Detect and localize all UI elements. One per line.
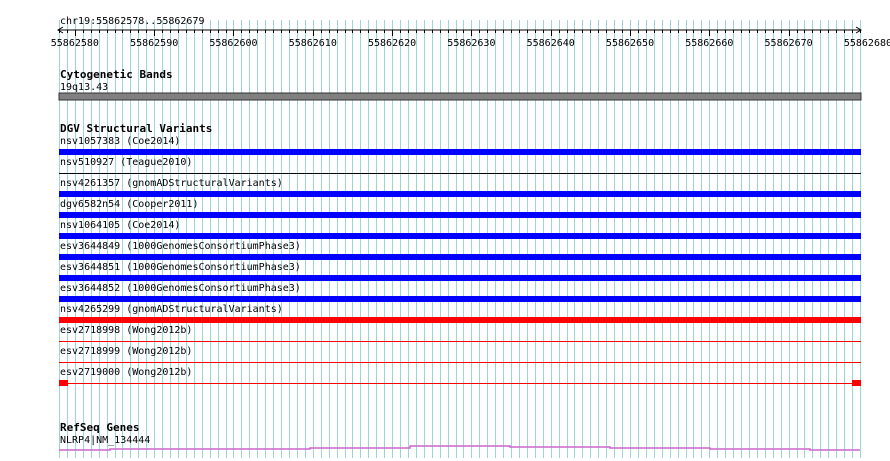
ruler-tick-label: 55862580	[51, 38, 99, 49]
dgv-feature[interactable]: nsv4261357 (gnomADStructuralVariants)	[59, 178, 861, 197]
dgv-feature-list: nsv1057383 (Coe2014) nsv510927 (Teague201…	[59, 136, 861, 386]
dgv-feature[interactable]: esv3644849 (1000GenomesConsortiumPhase3)	[59, 241, 861, 260]
gene-label: NLRP4|NM_134444	[60, 435, 150, 446]
dgv-feature-label: esv3644852 (1000GenomesConsortiumPhase3)	[60, 283, 301, 294]
ruler-tick-label: 55862670	[765, 38, 813, 49]
dgv-feature-label: nsv4261357 (gnomADStructuralVariants)	[60, 178, 283, 189]
dgv-feature-label: nsv1057383 (Coe2014)	[60, 136, 180, 147]
dgv-feature-bar[interactable]	[59, 317, 861, 323]
dgv-feature-label: esv2718999 (Wong2012b)	[60, 346, 192, 357]
dgv-feature-right-end[interactable]	[852, 380, 861, 386]
dgv-feature-label: esv3644849 (1000GenomesConsortiumPhase3)	[60, 241, 301, 252]
genome-browser-view: chr19:55862578..55862679 55862580 5586259…	[51, 16, 890, 458]
cytoband-bar[interactable]	[58, 92, 862, 101]
dgv-feature-bar[interactable]	[59, 191, 861, 197]
dgv-feature-bar[interactable]	[59, 254, 861, 260]
dgv-feature[interactable]: nsv4265299 (gnomADStructuralVariants)	[59, 304, 861, 323]
ruler-track: chr19:55862578..55862679 55862580 5586259…	[51, 16, 890, 49]
ruler-tick-label: 55862660	[685, 38, 733, 49]
dgv-feature-bar[interactable]	[59, 275, 861, 281]
ruler-tick-label: 55862650	[606, 38, 654, 49]
dgv-feature-bar[interactable]	[59, 296, 861, 302]
ruler-ticks	[59, 30, 861, 36]
dgv-feature-label: nsv510927 (Teague2010)	[60, 157, 192, 168]
dgv-track-title: DGV Structural Variants	[60, 122, 212, 135]
ruler-tick-label: 55862590	[130, 38, 178, 49]
dgv-feature-label: esv2719000 (Wong2012b)	[60, 367, 192, 378]
dgv-feature[interactable]: dgv6582n54 (Cooper2011)	[59, 199, 861, 218]
cytoband-track-title: Cytogenetic Bands	[60, 68, 173, 81]
dgv-feature[interactable]: esv2719000 (Wong2012b)	[59, 367, 861, 386]
dgv-feature-bar[interactable]	[59, 149, 861, 155]
refseq-track[interactable]: RefSeq Genes NLRP4|NM_134444	[59, 421, 860, 451]
dgv-feature[interactable]: nsv1064105 (Coe2014)	[59, 220, 861, 239]
dgv-feature-bar[interactable]	[59, 212, 861, 218]
refseq-track-title: RefSeq Genes	[60, 421, 139, 434]
dgv-feature-label: dgv6582n54 (Cooper2011)	[60, 199, 198, 210]
dgv-feature-left-end[interactable]	[59, 380, 68, 386]
dgv-feature[interactable]: nsv510927 (Teague2010)	[59, 157, 861, 174]
region-label: chr19:55862578..55862679	[60, 16, 205, 27]
ruler-tick-label: 55862630	[447, 38, 495, 49]
ruler-labels: 55862580 55862590 55862600 55862610 55862620…	[51, 38, 890, 49]
dgv-feature[interactable]: esv3644852 (1000GenomesConsortiumPhase3)	[59, 283, 861, 302]
ruler-tick-label: 55862600	[209, 38, 257, 49]
dgv-feature[interactable]: esv2718999 (Wong2012b)	[59, 346, 861, 363]
dgv-feature[interactable]: nsv1057383 (Coe2014)	[59, 136, 861, 155]
cytoband-label: 19q13.43	[60, 82, 108, 93]
dgv-track: DGV Structural Variants nsv1057383 (Coe2…	[59, 122, 861, 386]
ruler-tick-label: 55862620	[368, 38, 416, 49]
dgv-feature[interactable]: esv2718998 (Wong2012b)	[59, 325, 861, 342]
gene-transcript-line[interactable]	[59, 445, 860, 451]
dgv-feature-label: nsv4265299 (gnomADStructuralVariants)	[60, 304, 283, 315]
dgv-feature-label: esv2718998 (Wong2012b)	[60, 325, 192, 336]
ruler-tick-label: 55862640	[527, 38, 575, 49]
ruler-tick-label: 55862680	[844, 38, 890, 49]
dgv-feature-bar[interactable]	[59, 233, 861, 239]
dgv-feature[interactable]: esv3644851 (1000GenomesConsortiumPhase3)	[59, 262, 861, 281]
cytoband-track[interactable]: Cytogenetic Bands 19q13.43	[58, 68, 862, 101]
ruler-tick-label: 55862610	[289, 38, 337, 49]
dgv-feature-label: esv3644851 (1000GenomesConsortiumPhase3)	[60, 262, 301, 273]
dgv-feature-label: nsv1064105 (Coe2014)	[60, 220, 180, 231]
